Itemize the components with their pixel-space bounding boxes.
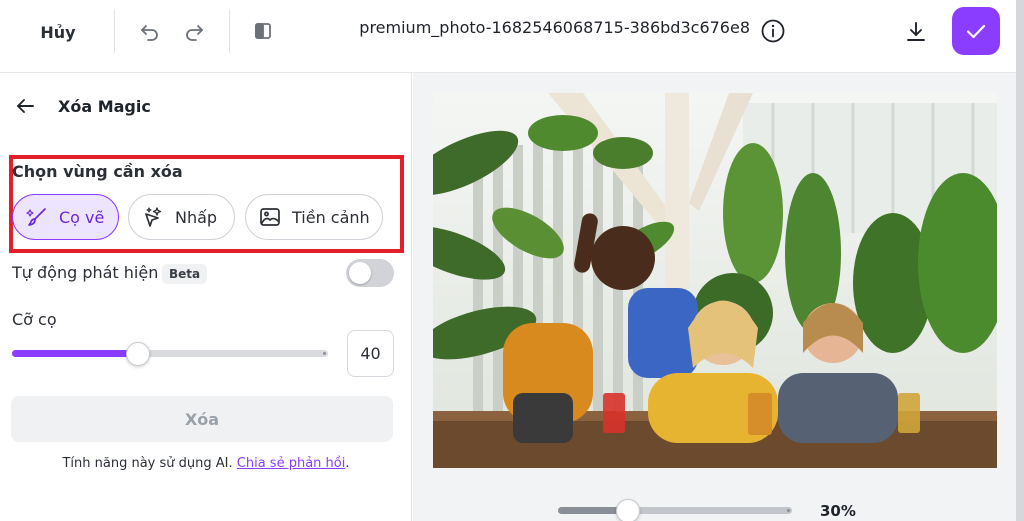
info-icon[interactable] [757, 15, 789, 47]
undo-icon[interactable] [133, 15, 165, 47]
auto-detect-toggle[interactable] [346, 259, 394, 287]
beta-badge: Beta [162, 264, 208, 284]
check-icon [966, 24, 986, 39]
brush-size-input[interactable]: 40 [347, 330, 394, 377]
download-icon[interactable] [900, 16, 932, 48]
ai-note-text: Tính năng này sử dụng AI. [62, 456, 233, 471]
window-edge [1016, 0, 1024, 521]
confirm-button[interactable] [952, 7, 1000, 55]
brush-icon [26, 208, 46, 226]
redo-icon[interactable] [179, 15, 211, 47]
brush-size-label: Cỡ cọ [12, 310, 57, 329]
canvas-area: 30% [413, 73, 1016, 521]
slider-end-dot [323, 352, 326, 355]
mode-brush-button[interactable]: Cọ vẽ [12, 194, 119, 240]
feedback-link[interactable]: Chia sẻ phản hồi [237, 456, 346, 471]
photo-canvas[interactable] [433, 93, 997, 468]
mode-brush-label: Cọ vẽ [59, 207, 105, 227]
back-button[interactable] [10, 93, 40, 119]
divider [114, 9, 115, 53]
mode-click-label: Nhấp [175, 207, 218, 227]
divider [229, 9, 230, 53]
zoom-end-dot [787, 509, 790, 512]
mode-click-button[interactable]: Nhấp [128, 194, 235, 240]
photo-illustration [433, 93, 997, 468]
mode-foreground-button[interactable]: Tiền cảnh [245, 194, 383, 240]
zoom-slider[interactable] [558, 499, 792, 521]
zoom-level: 30% [820, 502, 856, 520]
compare-icon[interactable] [247, 15, 279, 47]
select-area-label: Chọn vùng cần xóa [12, 162, 183, 181]
toggle-knob [349, 262, 371, 284]
ai-note: Tính năng này sử dụng AI. Chia sẻ phản h… [0, 456, 412, 471]
arrow-left-icon [17, 99, 34, 113]
file-name: premium_photo-1682546068715-386bd3c676e8 [359, 18, 750, 37]
panel-title: Xóa Magic [58, 97, 151, 116]
ai-note-end: . [345, 456, 350, 471]
magic-eraser-panel: Xóa Magic Chọn vùng cần xóa Cọ vẽ Nhấp T… [0, 73, 412, 521]
auto-detect-label: Tự động phát hiện [12, 263, 159, 282]
sparkle-cursor-icon [145, 207, 162, 227]
erase-button[interactable]: Xóa [11, 396, 393, 442]
brush-size-slider[interactable] [12, 342, 328, 366]
foreground-image-icon [260, 208, 280, 226]
slider-thumb[interactable] [126, 342, 151, 366]
zoom-thumb[interactable] [616, 499, 641, 521]
top-bar: Hủy premium_photo-1682546068715-386bd3c6… [0, 0, 1024, 73]
slider-fill [12, 350, 139, 357]
mode-foreground-label: Tiền cảnh [292, 207, 370, 227]
cancel-button[interactable]: Hủy [22, 17, 94, 47]
